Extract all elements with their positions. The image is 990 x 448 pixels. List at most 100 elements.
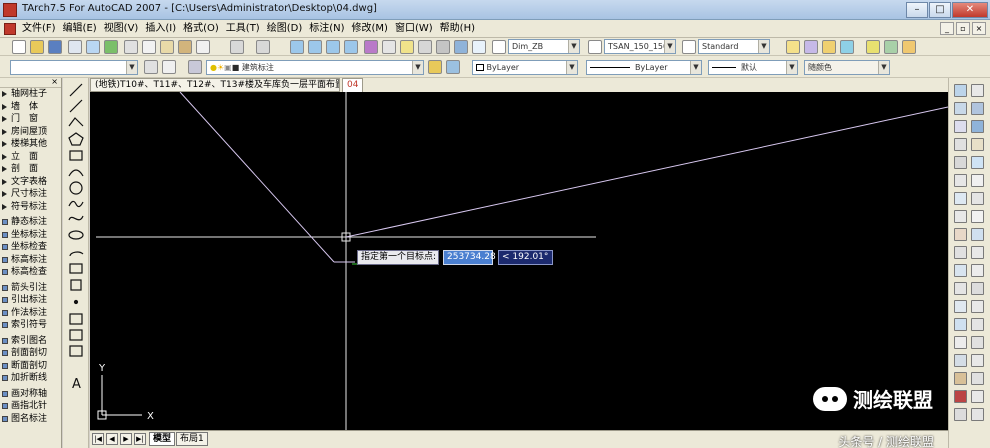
light-icon[interactable] (786, 40, 800, 54)
text-style-select[interactable]: Standard ▼ (698, 39, 770, 54)
pan-icon[interactable] (290, 40, 304, 54)
menu-dimension[interactable]: 标注(N) (309, 22, 344, 36)
fillet-icon[interactable] (971, 210, 984, 223)
dim-text-edit-icon[interactable] (971, 354, 984, 367)
tool-method-note[interactable]: 作法标注 (0, 307, 61, 320)
workspace-settings-icon[interactable] (144, 60, 158, 74)
layer-previous-icon[interactable] (446, 60, 460, 74)
dim-edit-icon[interactable] (954, 354, 967, 367)
drawing-canvas[interactable]: Y X 指定第一个目标点: 253734.28 < 192.01° 测绘联盟 (90, 92, 948, 430)
table-style-icon[interactable] (588, 40, 602, 54)
app-icon[interactable] (3, 3, 17, 17)
markup-icon[interactable] (436, 40, 450, 54)
tab-layout1[interactable]: 布局1 (176, 432, 208, 446)
tarch-tool-3-icon[interactable] (954, 408, 967, 421)
make-current-layer-icon[interactable] (428, 60, 442, 74)
trim-icon[interactable] (971, 156, 984, 169)
cut-icon[interactable] (124, 40, 138, 54)
mirror-icon[interactable] (954, 102, 967, 115)
menu-file[interactable]: 文件(F) (22, 22, 56, 36)
break-icon[interactable] (954, 192, 967, 205)
menu-insert[interactable]: 插入(I) (145, 22, 176, 36)
tool-palette-icon[interactable] (400, 40, 414, 54)
dimension-style-select[interactable]: Dim_ZB ▼ (508, 39, 580, 54)
offset-icon[interactable] (971, 102, 984, 115)
panel-item-text-table[interactable]: 文字表格 (0, 176, 61, 189)
dim-continue-icon[interactable] (954, 318, 967, 331)
dim-aligned-icon[interactable] (954, 246, 967, 259)
tool-leader-note[interactable]: 引出标注 (0, 294, 61, 307)
center-mark-icon[interactable] (971, 336, 984, 349)
menu-window[interactable]: 窗口(W) (395, 22, 433, 36)
open-icon[interactable] (30, 40, 44, 54)
panel-item-wall[interactable]: 墙 体 (0, 101, 61, 114)
layer-tool-1-icon[interactable] (804, 40, 818, 54)
tool-elevation-dimension[interactable]: 标高标注 (0, 254, 61, 267)
redo-icon[interactable] (256, 40, 270, 54)
tab-current-drawing[interactable]: 04 (342, 78, 364, 92)
panel-item-door-window[interactable]: 门 窗 (0, 113, 61, 126)
layer-manager-icon[interactable] (188, 60, 202, 74)
calculator-icon[interactable] (454, 40, 468, 54)
tool-north-arrow[interactable]: 画指北针 (0, 400, 61, 413)
new-icon[interactable] (12, 40, 26, 54)
tab-drawing-0808[interactable]: (地铁)T10#、T11#、T12#、T13#楼及车库负一层平面布置0808 (90, 78, 340, 92)
rotate-icon[interactable] (954, 138, 967, 151)
dim-style-icon[interactable] (971, 372, 984, 385)
chamfer-icon[interactable] (954, 210, 967, 223)
copy-icon[interactable] (142, 40, 156, 54)
workspace-select[interactable]: ▼ (10, 60, 138, 75)
first-tab-icon[interactable]: |◀ (92, 433, 104, 445)
color-select[interactable]: ByLayer ▼ (472, 60, 578, 75)
layer-tool-4-icon[interactable] (866, 40, 880, 54)
tool-cross-section-cut[interactable]: 断面剖切 (0, 360, 61, 373)
menu-view[interactable]: 视图(V) (104, 22, 139, 36)
copy-object-icon[interactable] (971, 84, 984, 97)
sheet-set-icon[interactable] (418, 40, 432, 54)
tarch-tool-4-icon[interactable] (971, 408, 984, 421)
dim-baseline-icon[interactable] (971, 300, 984, 313)
menu-tools[interactable]: 工具(T) (226, 22, 260, 36)
layer-tool-6-icon[interactable] (902, 40, 916, 54)
tool-static-dimension[interactable]: 静态标注 (0, 216, 61, 229)
zoom-realtime-icon[interactable] (308, 40, 322, 54)
dim-arc-icon[interactable] (971, 246, 984, 259)
dim-linear-icon[interactable] (971, 228, 984, 241)
zoom-window-icon[interactable] (326, 40, 340, 54)
dynamic-input-angle[interactable]: < 192.01° (498, 250, 553, 265)
scale-icon[interactable] (971, 138, 984, 151)
menu-modify[interactable]: 修改(M) (352, 22, 388, 36)
array-icon[interactable] (954, 120, 967, 133)
close-button[interactable]: ✕ (952, 2, 988, 18)
dynamic-input-distance[interactable]: 253734.28 (443, 250, 496, 265)
tool-index-symbol[interactable]: 索引符号 (0, 319, 61, 332)
minimize-button[interactable]: – (906, 2, 928, 18)
quick-dim-icon[interactable] (954, 300, 967, 313)
zoom-previous-icon[interactable] (344, 40, 358, 54)
dim-diameter-icon[interactable] (954, 282, 967, 295)
layer-tool-2-icon[interactable] (822, 40, 836, 54)
workspace-save-icon[interactable] (162, 60, 176, 74)
break-at-point-icon[interactable] (971, 174, 984, 187)
tool-index-title[interactable]: 索引图名 (0, 335, 61, 348)
next-tab-icon[interactable]: ▶ (120, 433, 132, 445)
tool-break-line[interactable]: 加折断线 (0, 372, 61, 385)
extend-icon[interactable] (954, 174, 967, 187)
panel-item-room-roof[interactable]: 房间屋顶 (0, 126, 61, 139)
join-icon[interactable] (971, 192, 984, 205)
match-properties-icon[interactable] (178, 40, 192, 54)
doc-minimize-icon[interactable]: _ (940, 22, 954, 35)
publish-icon[interactable] (104, 40, 118, 54)
tool-arrow-leader[interactable]: 箭头引注 (0, 282, 61, 295)
panel-item-symbol[interactable]: 符号标注 (0, 201, 61, 214)
panel-item-dimension[interactable]: 尺寸标注 (0, 188, 61, 201)
document-icon[interactable] (4, 23, 16, 35)
properties-icon[interactable] (364, 40, 378, 54)
stretch-icon[interactable] (954, 156, 967, 169)
dim-angular-icon[interactable] (971, 282, 984, 295)
tolerance-icon[interactable] (954, 336, 967, 349)
tool-symmetry-axis[interactable]: 画对称轴 (0, 388, 61, 401)
text-style-icon[interactable] (492, 40, 506, 54)
panel-item-section[interactable]: 剖 面 (0, 163, 61, 176)
layer-select[interactable]: ●☀▣■ 建筑标注 ▼ (206, 60, 424, 75)
